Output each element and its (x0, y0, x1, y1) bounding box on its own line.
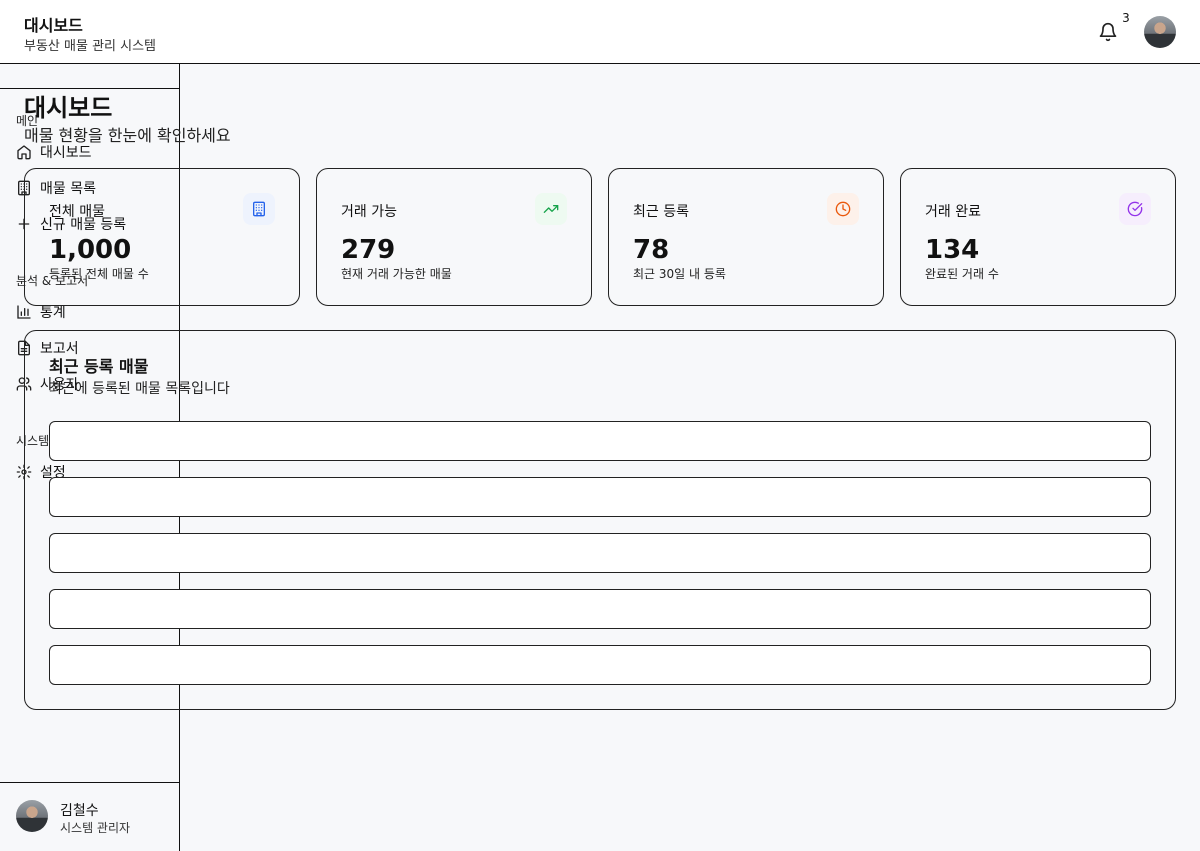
avatar[interactable] (1144, 16, 1176, 48)
bar-chart-icon (17, 305, 31, 319)
list-item[interactable] (49, 645, 1151, 685)
building-icon (243, 193, 275, 225)
user-role: 시스템 관리자 (60, 821, 131, 835)
check-circle-icon (1119, 193, 1151, 225)
stat-card-total: 전체 매물 1,000 등록된 전체 매물 수 (24, 168, 300, 306)
stat-desc: 완료된 거래 수 (925, 267, 999, 281)
page-title: 대시보드 (24, 94, 113, 122)
stat-label: 전체 매물 (49, 204, 105, 220)
header-title: 대시보드 (24, 16, 83, 35)
trending-up-icon (535, 193, 567, 225)
section-title: 최근 등록 매물 (49, 357, 149, 376)
list-item[interactable] (49, 589, 1151, 629)
stat-label: 거래 가능 (341, 204, 397, 220)
section-subtitle: 최근에 등록된 매물 목록입니다 (49, 381, 230, 397)
notification-badge: 3 (1122, 11, 1130, 25)
header-subtitle: 부동산 매물 관리 시스템 (24, 39, 156, 54)
stat-value: 279 (341, 235, 396, 265)
stat-desc: 최근 30일 내 등록 (633, 267, 726, 281)
list-item[interactable] (49, 477, 1151, 517)
stat-desc: 등록된 전체 매물 수 (49, 267, 149, 281)
clock-icon (827, 193, 859, 225)
stat-card-recent: 최근 등록 78 최근 30일 내 등록 (608, 168, 884, 306)
bell-icon[interactable] (1098, 22, 1118, 42)
avatar (16, 800, 48, 832)
stat-value: 134 (925, 235, 980, 265)
user-name: 김철수 (60, 803, 99, 819)
page-subtitle: 매물 현황을 한눈에 확인하세요 (24, 126, 231, 145)
stat-card-available: 거래 가능 279 현재 거래 가능한 매물 (316, 168, 592, 306)
home-icon (17, 145, 31, 160)
stat-value: 1,000 (49, 235, 132, 265)
stat-label: 거래 완료 (925, 204, 981, 220)
top-header: 대시보드 부동산 매물 관리 시스템 3 (0, 0, 1200, 64)
stat-label: 최근 등록 (633, 204, 689, 220)
sidebar-divider (0, 782, 180, 783)
list-item[interactable] (49, 421, 1151, 461)
stat-desc: 현재 거래 가능한 매물 (341, 267, 452, 281)
recent-listings-panel: 최근 등록 매물 최근에 등록된 매물 목록입니다 (24, 330, 1176, 710)
list-item[interactable] (49, 533, 1151, 573)
stat-card-completed: 거래 완료 134 완료된 거래 수 (900, 168, 1176, 306)
stat-value: 78 (633, 235, 670, 265)
